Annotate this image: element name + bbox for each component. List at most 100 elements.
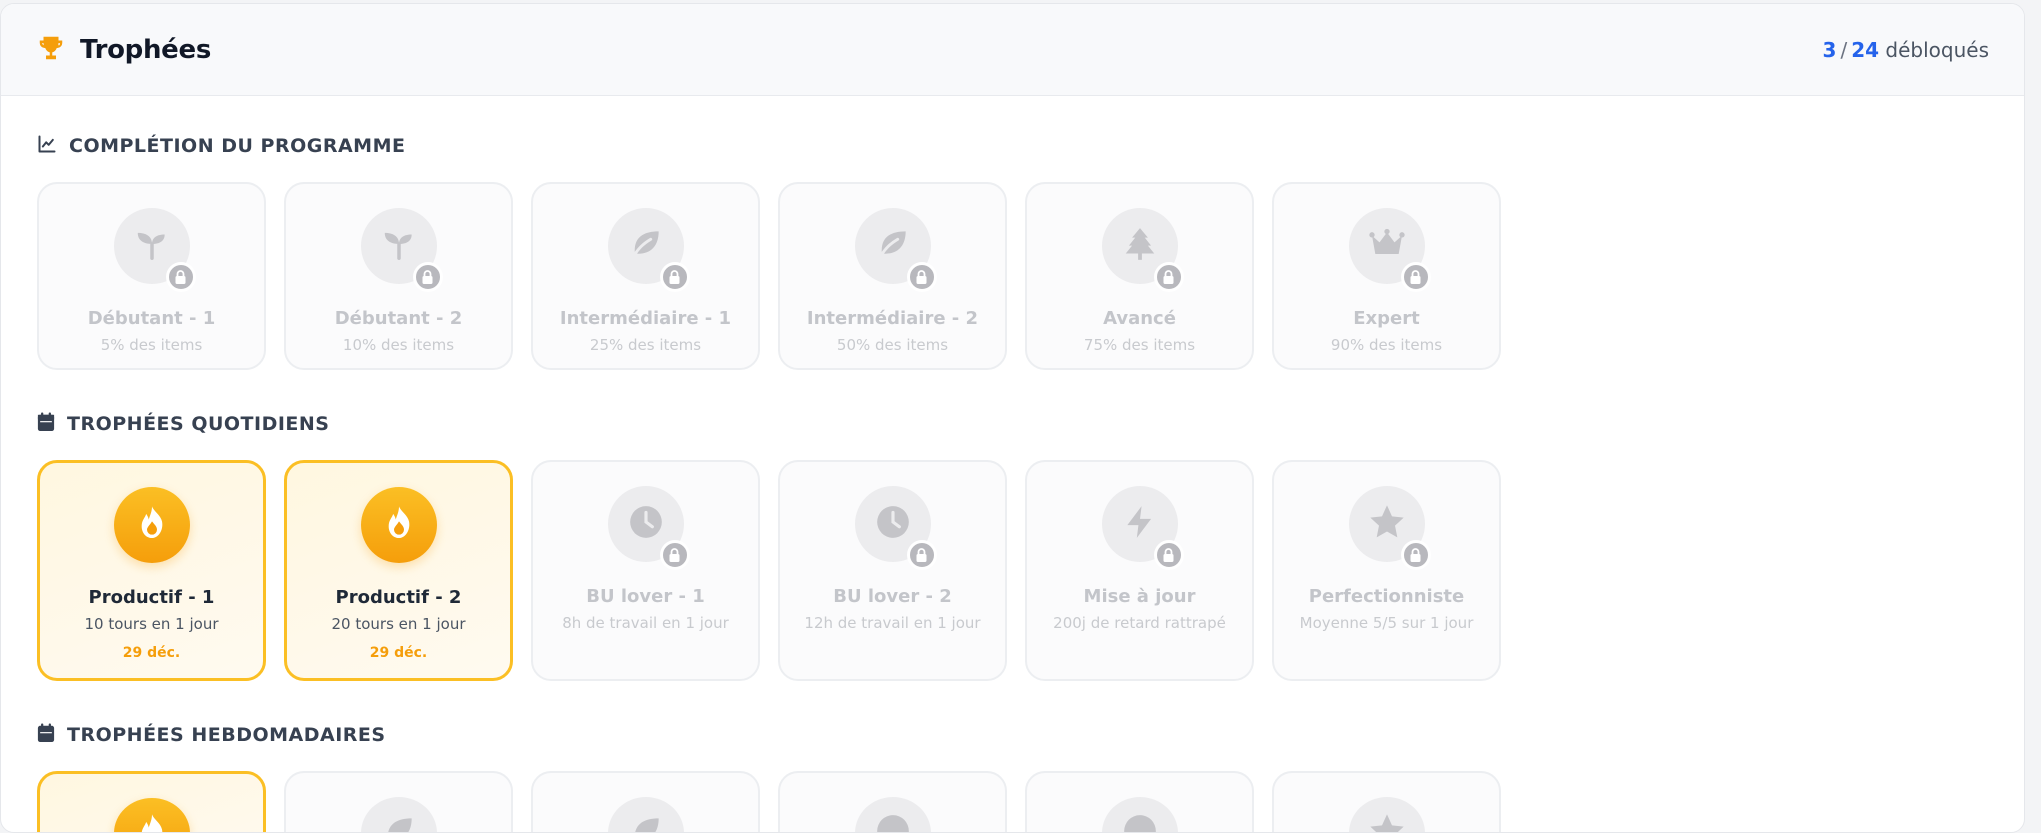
trophies-content: COMPLÉTION DU PROGRAMME Débutant - 1 5% … [1, 96, 2024, 832]
trophy-icon-circle [360, 797, 437, 832]
unlocked-count: 3 [1822, 37, 1837, 62]
clock-icon [874, 812, 912, 832]
trophy-title: Mise à jour [1083, 586, 1196, 607]
trophy-card[interactable]: Productif - 1 10 tours en 1 jour 29 déc. [37, 460, 266, 681]
clock-icon [874, 503, 912, 545]
trophy-grid-completion: Débutant - 1 5% des items Débutant - 2 1… [37, 182, 1989, 370]
trophy-date: 29 déc. [369, 645, 428, 661]
lock-icon [659, 262, 690, 292]
leaf-icon [874, 225, 912, 267]
trophy-desc: 10% des items [342, 336, 455, 354]
trophy-grid-weekly [37, 771, 1989, 832]
section-label: COMPLÉTION DU PROGRAMME [69, 135, 406, 157]
crown-icon [1367, 224, 1407, 268]
trophy-card[interactable]: Débutant - 1 5% des items [37, 182, 266, 370]
trophy-title: Productif - 2 [335, 587, 462, 608]
trophy-desc: 10 tours en 1 jour [84, 615, 219, 633]
section-label: TROPHÉES QUOTIDIENS [67, 413, 330, 435]
trophy-title: Expert [1353, 308, 1420, 329]
section-title-daily: TROPHÉES QUOTIDIENS [37, 412, 1989, 436]
trophy-icon-circle [1348, 797, 1425, 832]
unlocked-suffix: débloqués [1885, 37, 1989, 62]
trophy-icon-circle [1101, 208, 1184, 292]
clock-icon [1121, 812, 1159, 832]
header-left: Trophées [36, 33, 211, 67]
trophies-header: Trophées 3/24 débloqués [1, 4, 2024, 96]
trophy-card[interactable]: Productif - 2 20 tours en 1 jour 29 déc. [284, 460, 513, 681]
trophy-icon-circle [854, 208, 937, 292]
leaf-icon [627, 812, 665, 832]
lightning-icon [1121, 503, 1159, 545]
trophy-icon-circle [854, 486, 937, 570]
trophy-card[interactable] [531, 771, 760, 832]
flame-icon [132, 503, 172, 547]
sprout-icon [380, 225, 418, 267]
page-title: Trophées [80, 34, 212, 65]
trophy-desc: 90% des items [1330, 336, 1443, 354]
trophy-desc: 200j de retard rattrapé [1053, 614, 1226, 632]
trophy-card[interactable] [1272, 771, 1501, 832]
trophy-title: Avancé [1103, 308, 1176, 329]
trophy-desc: 8h de travail en 1 jour [562, 614, 729, 632]
section-label: TROPHÉES HEBDOMADAIRES [67, 724, 386, 746]
trophy-desc: Moyenne 5/5 sur 1 jour [1299, 614, 1474, 632]
trophy-title: Intermédiaire - 2 [806, 308, 979, 329]
clock-icon [627, 503, 665, 545]
trophy-icon-circle [607, 797, 684, 832]
trophy-card[interactable] [37, 771, 266, 832]
calendar-icon [37, 412, 55, 437]
chart-line-icon [37, 134, 57, 159]
trophy-title: Productif - 1 [88, 587, 215, 608]
calendar-icon [37, 723, 55, 748]
star-icon [1367, 811, 1407, 832]
section-title-completion: COMPLÉTION DU PROGRAMME [37, 134, 1989, 158]
trophy-grid-daily: Productif - 1 10 tours en 1 jour 29 déc.… [37, 460, 1989, 681]
trophy-icon-circle [360, 487, 437, 563]
section-title-weekly: TROPHÉES HEBDOMADAIRES [37, 723, 1989, 747]
leaf-icon [627, 225, 665, 267]
trophy-icon-circle [1101, 797, 1178, 832]
trophy-card[interactable] [778, 771, 1007, 832]
trophy-card[interactable] [1025, 771, 1254, 832]
trophy-card[interactable]: Débutant - 2 10% des items [284, 182, 513, 370]
trophy-icon-circle [1101, 486, 1184, 570]
lock-icon [906, 540, 937, 570]
trophy-icon-circle [607, 486, 690, 570]
trophies-panel: Trophées 3/24 débloqués COMPLÉTION DU PR… [0, 3, 2025, 833]
lock-icon [1153, 540, 1184, 570]
trophy-card[interactable]: Intermédiaire - 1 25% des items [531, 182, 760, 370]
trophy-icon-circle [113, 487, 190, 563]
lock-icon [906, 262, 937, 292]
trophy-card[interactable]: Expert 90% des items [1272, 182, 1501, 370]
lock-icon [412, 262, 443, 292]
count-separator: / [1840, 37, 1848, 62]
trophy-title: Débutant - 1 [87, 308, 216, 329]
trophy-card[interactable]: Mise à jour 200j de retard rattrapé [1025, 460, 1254, 681]
sprout-icon [133, 225, 171, 267]
trophy-desc: 20 tours en 1 jour [331, 615, 466, 633]
lock-icon [1153, 262, 1184, 292]
trophy-card[interactable]: Intermédiaire - 2 50% des items [778, 182, 1007, 370]
leaf-icon [380, 812, 418, 832]
trophy-card[interactable]: BU lover - 1 8h de travail en 1 jour [531, 460, 760, 681]
tree-icon [1121, 225, 1159, 267]
trophy-title: BU lover - 2 [833, 586, 952, 607]
trophy-card[interactable]: Avancé 75% des items [1025, 182, 1254, 370]
trophy-desc: 75% des items [1083, 336, 1196, 354]
trophy-card[interactable]: BU lover - 2 12h de travail en 1 jour [778, 460, 1007, 681]
trophy-icon-circle [1348, 208, 1431, 292]
trophy-icon-circle [607, 208, 690, 292]
lock-icon [659, 540, 690, 570]
unlocked-counter: 3/24 débloqués [1823, 38, 1989, 62]
trophy-card[interactable] [284, 771, 513, 832]
trophy-desc: 12h de travail en 1 jour [804, 614, 981, 632]
trophy-date: 29 déc. [122, 645, 181, 661]
trophy-icon-circle [113, 208, 196, 292]
trophy-desc: 50% des items [836, 336, 949, 354]
trophy-icon-circle [360, 208, 443, 292]
trophy-icon [36, 33, 66, 67]
trophy-icon-circle [854, 797, 931, 832]
trophy-icon-circle [113, 798, 190, 832]
total-count: 24 [1851, 37, 1880, 62]
trophy-card[interactable]: Perfectionniste Moyenne 5/5 sur 1 jour [1272, 460, 1501, 681]
